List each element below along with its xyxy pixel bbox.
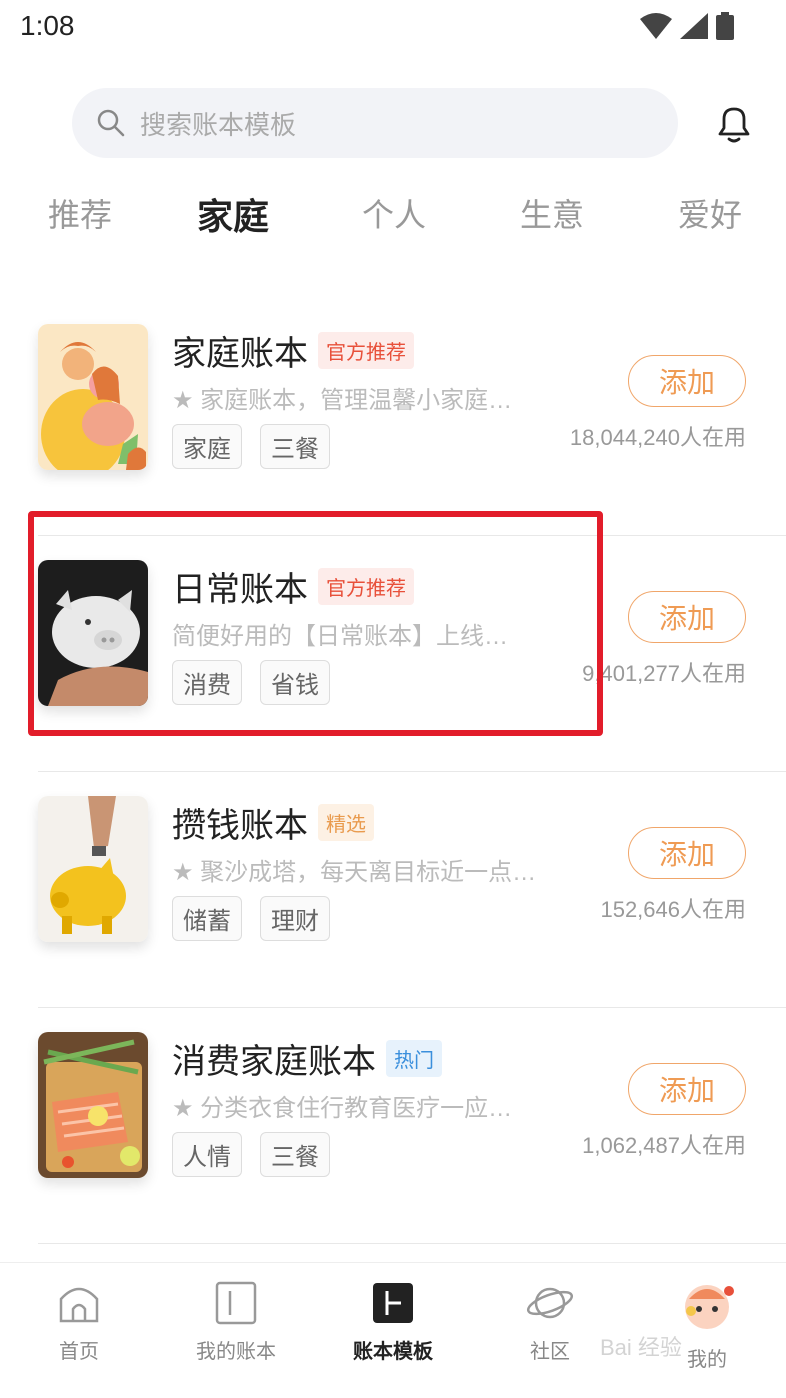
- official-badge: 官方推荐: [318, 568, 414, 605]
- status-bar: 1:08: [0, 0, 786, 56]
- template-description: ★ 家庭账本，管理温馨小家庭…: [172, 387, 513, 414]
- template-title: 攒钱账本: [172, 807, 308, 845]
- wifi-icon: [640, 13, 672, 39]
- search-icon: [97, 109, 125, 137]
- nav-label: 社区: [530, 1341, 570, 1363]
- official-badge: 官方推荐: [318, 332, 414, 369]
- tag-list: 储蓄 理财: [172, 896, 330, 941]
- tab-hobby[interactable]: 爱好: [678, 190, 742, 236]
- tag[interactable]: 理财: [260, 896, 330, 941]
- tag[interactable]: 三餐: [260, 424, 330, 469]
- tag-list: 家庭 三餐: [172, 424, 330, 469]
- piggy-bank-thumbnail: [38, 560, 148, 706]
- title-row: 家庭账本 官方推荐: [172, 326, 414, 375]
- bell-icon[interactable]: [712, 102, 756, 146]
- user-count: 1,062,487人在用: [582, 1133, 746, 1158]
- status-time: 1:08: [20, 10, 75, 41]
- add-button[interactable]: 添加: [628, 1063, 746, 1115]
- search-row: 搜索账本模板: [0, 88, 786, 160]
- title-row: 日常账本 官方推荐: [172, 562, 414, 611]
- tag-list: 消费 省钱: [172, 660, 330, 705]
- template-description: ★ 聚沙成塔，每天离目标近一点…: [172, 859, 537, 886]
- planet-icon: [526, 1287, 574, 1319]
- avatar-icon: [685, 1285, 734, 1329]
- template-description: ★ 分类衣食住行教育医疗一应…: [172, 1095, 513, 1122]
- battery-icon: [716, 12, 734, 40]
- nav-my-books[interactable]: 我的账本: [166, 1281, 306, 1364]
- tab-family[interactable]: 家庭: [197, 188, 270, 240]
- nav-label: 我的账本: [196, 1341, 276, 1363]
- tag[interactable]: 省钱: [260, 660, 330, 705]
- nav-templates[interactable]: 账本模板: [323, 1281, 463, 1364]
- tab-personal[interactable]: 个人: [362, 190, 426, 236]
- book-icon: [215, 1281, 257, 1325]
- home-icon: [59, 1287, 99, 1323]
- search-placeholder: 搜索账本模板: [140, 109, 297, 140]
- user-count: 9,401,277人在用: [582, 661, 746, 686]
- search-input[interactable]: 搜索账本模板: [72, 88, 678, 158]
- nav-label: 账本模板: [353, 1341, 433, 1363]
- tag[interactable]: 三餐: [260, 1132, 330, 1177]
- signal-icon: [680, 13, 708, 39]
- tag-list: 人情 三餐: [172, 1132, 330, 1177]
- title-row: 攒钱账本 精选: [172, 798, 374, 847]
- food-thumbnail: [38, 1032, 148, 1178]
- watermark: Bai 经验: [600, 1335, 682, 1360]
- featured-badge: 精选: [318, 804, 374, 841]
- tag[interactable]: 消费: [172, 660, 242, 705]
- list-item[interactable]: 攒钱账本 精选 ★ 聚沙成塔，每天离目标近一点… 储蓄 理财 添加 152,64…: [0, 772, 786, 1008]
- tab-recommend[interactable]: 推荐: [48, 190, 112, 236]
- status-icons: [640, 12, 734, 40]
- nav-label: 我的: [687, 1349, 727, 1371]
- category-tabs: 推荐 家庭 个人 生意 爱好: [0, 190, 786, 246]
- nav-label: 首页: [59, 1341, 99, 1363]
- hot-badge: 热门: [386, 1040, 442, 1077]
- title-row: 消费家庭账本 热门: [172, 1034, 442, 1083]
- divider: [38, 1243, 786, 1244]
- add-button[interactable]: 添加: [628, 827, 746, 879]
- list-item[interactable]: 消费家庭账本 热门 ★ 分类衣食住行教育医疗一应… 人情 三餐 添加 1,062…: [0, 1008, 786, 1244]
- gold-piggy-thumbnail: [38, 796, 148, 942]
- list-item[interactable]: 日常账本 官方推荐 简便好用的【日常账本】上线… 消费 省钱 添加 9,401,…: [0, 536, 786, 772]
- nav-community[interactable]: 社区: [480, 1281, 620, 1364]
- template-description: 简便好用的【日常账本】上线…: [172, 623, 508, 650]
- tag[interactable]: 储蓄: [172, 896, 242, 941]
- tag[interactable]: 家庭: [172, 424, 242, 469]
- tag[interactable]: 人情: [172, 1132, 242, 1177]
- add-button[interactable]: 添加: [628, 355, 746, 407]
- list-item[interactable]: 家庭账本 官方推荐 ★ 家庭账本，管理温馨小家庭… 家庭 三餐 添加 18,04…: [0, 300, 786, 536]
- template-title: 日常账本: [172, 571, 308, 609]
- template-icon: [373, 1283, 413, 1323]
- tab-business[interactable]: 生意: [520, 190, 584, 236]
- nav-home[interactable]: 首页: [9, 1281, 149, 1364]
- user-count: 18,044,240人在用: [569, 425, 746, 450]
- family-thumbnail: [38, 324, 148, 470]
- template-title: 家庭账本: [172, 335, 308, 373]
- template-title: 消费家庭账本: [172, 1043, 376, 1081]
- user-count: 152,646人在用: [600, 897, 746, 922]
- add-button[interactable]: 添加: [628, 591, 746, 643]
